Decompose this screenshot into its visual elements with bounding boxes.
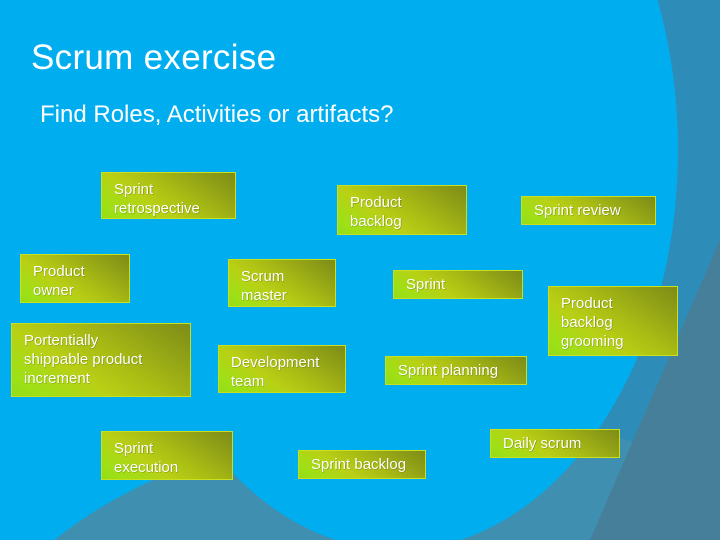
card-label: Daily scrum bbox=[503, 435, 582, 452]
card-sprint-backlog[interactable]: Sprint backlog bbox=[298, 450, 426, 479]
card-label: Sprint bbox=[406, 276, 446, 293]
card-sprint[interactable]: Sprint bbox=[393, 270, 523, 299]
slide-subtitle: Find Roles, Activities or artifacts? bbox=[40, 101, 394, 128]
card-daily-scrum[interactable]: Daily scrum bbox=[490, 429, 620, 458]
card-label: Sprint backlog bbox=[311, 456, 407, 473]
card-label: Product backlog bbox=[350, 194, 402, 230]
card-sprint-planning[interactable]: Sprint planning bbox=[385, 356, 527, 385]
card-label: Product backlog grooming bbox=[561, 295, 624, 350]
card-label: Portentially shippable product increment bbox=[24, 332, 143, 387]
card-label: Sprint retrospective bbox=[114, 181, 200, 217]
card-sprint-retrospective[interactable]: Sprint retrospective bbox=[101, 172, 236, 219]
card-scrum-master[interactable]: Scrum master bbox=[228, 259, 336, 307]
card-label: Sprint planning bbox=[398, 362, 499, 379]
slide-title: Scrum exercise bbox=[31, 38, 277, 77]
card-label: Product owner bbox=[33, 263, 85, 299]
slide-canvas: Scrum exercise Find Roles, Activities or… bbox=[0, 0, 720, 540]
card-label: Scrum master bbox=[241, 268, 287, 304]
card-development-team[interactable]: Development team bbox=[218, 345, 346, 393]
card-label: Development team bbox=[231, 354, 320, 390]
card-sprint-execution[interactable]: Sprint execution bbox=[101, 431, 233, 480]
card-product-backlog[interactable]: Product backlog bbox=[337, 185, 467, 235]
card-product-backlog-grooming[interactable]: Product backlog grooming bbox=[548, 286, 678, 356]
card-product-owner[interactable]: Product owner bbox=[20, 254, 130, 303]
card-label: Sprint execution bbox=[114, 440, 179, 476]
card-sprint-review[interactable]: Sprint review bbox=[521, 196, 656, 225]
card-potentially-shippable[interactable]: Portentially shippable product increment bbox=[11, 323, 191, 397]
card-label: Sprint review bbox=[534, 202, 621, 219]
